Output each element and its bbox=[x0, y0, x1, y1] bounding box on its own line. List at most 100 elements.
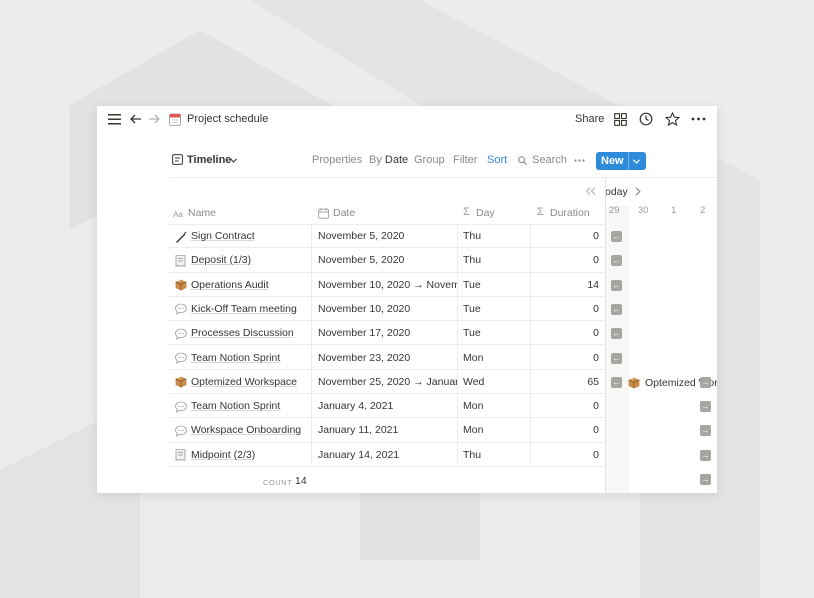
day-cell[interactable]: Mon bbox=[463, 400, 523, 412]
scroll-to-left-arrow-icon[interactable]: ← bbox=[611, 231, 622, 242]
scroll-to-right-arrow-icon[interactable]: → bbox=[700, 425, 711, 437]
forward-arrow-icon[interactable] bbox=[147, 112, 161, 126]
view-selector[interactable]: Timeline bbox=[187, 154, 231, 166]
timeline-view-icon bbox=[171, 153, 183, 166]
clock-icon[interactable] bbox=[639, 112, 653, 126]
table-row[interactable]: Deposit (1/3) November 5, 2020 Thu 0 bbox=[169, 248, 605, 273]
duration-cell[interactable]: 0 bbox=[533, 449, 599, 461]
day-cell[interactable]: Tue bbox=[463, 303, 523, 315]
day-cell[interactable]: Tue bbox=[463, 279, 523, 291]
scroll-to-right-arrow-icon[interactable]: → bbox=[700, 474, 711, 485]
name-cell[interactable]: Team Notion Sprint bbox=[191, 352, 309, 364]
duration-cell[interactable]: 0 bbox=[533, 424, 599, 436]
filter-button[interactable]: Filter bbox=[453, 154, 477, 166]
date-cell[interactable]: January 14, 2021 bbox=[318, 449, 458, 461]
duration-cell[interactable]: 65 bbox=[533, 376, 599, 388]
date-cell[interactable]: November 25, 2020 → January 29, 2021 bbox=[318, 376, 458, 388]
name-cell[interactable]: Processes Discussion bbox=[191, 327, 309, 339]
column-header-date[interactable]: Date bbox=[333, 207, 355, 219]
duration-cell[interactable]: 14 bbox=[533, 279, 599, 291]
name-cell[interactable]: Optemized Workspace bbox=[191, 376, 309, 388]
group-button[interactable]: Group bbox=[414, 154, 445, 166]
day-cell[interactable]: Tue bbox=[463, 327, 523, 339]
table-row[interactable]: Optemized Workspace November 25, 2020 → J… bbox=[169, 370, 605, 395]
scroll-to-right-arrow-icon[interactable]: → bbox=[700, 376, 711, 388]
duration-cell[interactable]: 0 bbox=[533, 303, 599, 315]
name-cell[interactable]: Deposit (1/3) bbox=[191, 254, 309, 266]
duration-cell[interactable]: 0 bbox=[533, 230, 599, 242]
scroll-to-right-arrow-icon[interactable]: → bbox=[700, 401, 711, 413]
properties-button[interactable]: Properties bbox=[312, 154, 362, 166]
scroll-to-left-arrow-icon[interactable]: ← bbox=[611, 376, 622, 388]
share-button[interactable]: Share bbox=[575, 113, 604, 125]
new-button[interactable]: New bbox=[596, 152, 646, 170]
day-cell[interactable]: Mon bbox=[463, 352, 523, 364]
duration-cell[interactable]: 0 bbox=[533, 254, 599, 266]
name-cell[interactable]: Workspace Onboarding bbox=[191, 424, 309, 436]
new-button-label: New bbox=[601, 155, 624, 167]
table-row[interactable]: Team Notion Sprint January 4, 2021 Mon 0 bbox=[169, 394, 605, 419]
table-row[interactable]: Midpoint (2/3) January 14, 2021 Thu 0 bbox=[169, 443, 605, 467]
by-value: Date bbox=[384, 154, 409, 166]
sort-button[interactable]: Sort bbox=[487, 154, 507, 166]
date-cell[interactable]: November 10, 2020 → November 24, 2020 bbox=[318, 279, 458, 291]
row-divider bbox=[169, 465, 605, 467]
scroll-to-left-arrow-icon[interactable]: ← bbox=[611, 255, 622, 267]
table-row[interactable]: Operations Audit November 10, 2020 → Nove… bbox=[169, 273, 605, 297]
scroll-to-left-arrow-icon[interactable]: ← bbox=[611, 352, 622, 364]
by-date-button[interactable]: By Date bbox=[369, 154, 408, 166]
search-icon[interactable] bbox=[517, 155, 527, 165]
date-cell[interactable]: January 11, 2021 bbox=[318, 424, 458, 436]
duration-cell[interactable]: 0 bbox=[533, 352, 599, 364]
back-arrow-icon[interactable] bbox=[129, 112, 143, 126]
speech-bubble-icon bbox=[174, 303, 187, 316]
name-cell[interactable]: Operations Audit bbox=[191, 279, 309, 291]
table-row[interactable]: Sign Contract November 5, 2020 Thu 0 bbox=[169, 224, 605, 249]
by-label: By bbox=[369, 154, 382, 166]
name-cell[interactable]: Sign Contract bbox=[191, 230, 309, 242]
search-button[interactable]: Search bbox=[532, 154, 567, 166]
column-header-name[interactable]: Name bbox=[188, 207, 216, 219]
table-row[interactable]: Processes Discussion November 17, 2020 Tue… bbox=[169, 321, 605, 346]
scroll-to-left-arrow-icon[interactable]: ← bbox=[611, 303, 622, 315]
date-cell[interactable]: November 10, 2020 bbox=[318, 303, 458, 315]
date-cell[interactable]: November 17, 2020 bbox=[318, 327, 458, 339]
day-cell[interactable]: Thu bbox=[463, 230, 523, 242]
table-row[interactable]: Team Notion Sprint November 23, 2020 Mon 0 bbox=[169, 346, 605, 370]
day-cell[interactable]: Thu bbox=[463, 254, 523, 266]
scroll-to-left-arrow-icon[interactable]: ← bbox=[611, 328, 622, 340]
duration-cell[interactable]: 0 bbox=[533, 327, 599, 339]
text-prop-icon: Aa bbox=[173, 208, 185, 218]
today-button[interactable]: oday bbox=[605, 186, 628, 198]
more-dots-icon[interactable] bbox=[690, 112, 706, 126]
timeline-divider bbox=[605, 178, 606, 493]
name-cell[interactable]: Kick-Off Team meeting bbox=[191, 303, 309, 315]
scroll-to-left-arrow-icon[interactable]: ← bbox=[611, 279, 622, 291]
date-cell[interactable]: November 5, 2020 bbox=[318, 230, 458, 242]
updates-grid-icon[interactable] bbox=[613, 112, 627, 126]
new-dropdown-chevron-icon[interactable] bbox=[633, 155, 640, 167]
timeline-gutter bbox=[605, 206, 629, 493]
day-cell[interactable]: Mon bbox=[463, 424, 523, 436]
package-icon bbox=[174, 279, 187, 292]
column-header-duration[interactable]: Duration bbox=[550, 207, 590, 219]
date-cell[interactable]: November 23, 2020 bbox=[318, 352, 458, 364]
name-cell[interactable]: Team Notion Sprint bbox=[191, 400, 309, 412]
star-icon[interactable] bbox=[665, 112, 680, 126]
duration-cell[interactable]: 0 bbox=[533, 400, 599, 412]
date-cell[interactable]: January 4, 2021 bbox=[318, 400, 458, 412]
date-cell[interactable]: November 5, 2020 bbox=[318, 254, 458, 266]
scroll-back-double-chevron-icon[interactable] bbox=[584, 186, 596, 196]
page-title[interactable]: Project schedule bbox=[187, 113, 268, 125]
day-cell[interactable]: Wed bbox=[463, 376, 523, 388]
toolbar-more-icon[interactable] bbox=[573, 157, 585, 163]
timeline-next-chevron-icon[interactable] bbox=[634, 186, 642, 196]
view-chevron-down-icon[interactable] bbox=[229, 155, 237, 165]
day-cell[interactable]: Thu bbox=[463, 449, 523, 461]
table-row[interactable]: Kick-Off Team meeting November 10, 2020 Tu… bbox=[169, 297, 605, 322]
column-header-day[interactable]: Day bbox=[476, 207, 495, 219]
menu-icon[interactable] bbox=[107, 112, 123, 126]
name-cell[interactable]: Midpoint (2/3) bbox=[191, 449, 309, 461]
scroll-to-right-arrow-icon[interactable]: → bbox=[700, 449, 711, 461]
table-row[interactable]: Workspace Onboarding January 11, 2021 Mon 0 bbox=[169, 418, 605, 443]
